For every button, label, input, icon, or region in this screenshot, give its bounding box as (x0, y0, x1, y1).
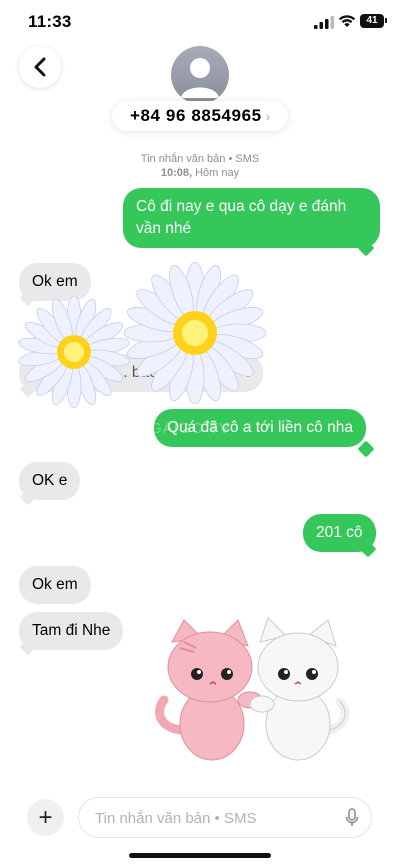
person-silhouette-icon (181, 58, 219, 98)
timestamp-time: 10:08, (160, 167, 193, 179)
daisy-flower-sticker[interactable] (14, 296, 134, 408)
battery-indicator: 41 (360, 14, 384, 28)
status-time: 11:33 (28, 12, 72, 31)
plus-icon: + (38, 803, 53, 831)
watermark-text: GAIGO TV (150, 420, 231, 437)
cellular-signal-icon (314, 16, 334, 29)
thread-timestamp: 10:08, Hôm nay (0, 167, 400, 179)
microphone-icon[interactable] (345, 808, 359, 828)
battery-cap (385, 18, 387, 23)
message-bubble-outgoing[interactable]: Cô đi nay e qua cô dạy e đánh vần nhé (123, 188, 380, 248)
chevron-left-icon (34, 57, 46, 77)
message-bubble-incoming[interactable]: Ok em (19, 566, 91, 604)
back-button[interactable] (19, 46, 61, 88)
contact-phone-number: +84 96 8854965 (129, 106, 262, 125)
bubble-tail (357, 440, 375, 458)
chevron-right-icon: › (265, 108, 271, 124)
thread-type-label: Tin nhắn văn bản • SMS (140, 153, 260, 165)
message-bubble-incoming[interactable]: OK e (19, 462, 81, 500)
message-bubble-incoming[interactable]: Tam đi Nhe (19, 612, 124, 650)
message-bubble-outgoing[interactable]: 201 cô (303, 514, 376, 552)
daisy-flower-sticker[interactable] (120, 262, 270, 404)
message-input[interactable] (93, 798, 327, 839)
cat-couple-sticker[interactable] (150, 612, 360, 762)
add-attachment-button[interactable]: + (27, 799, 64, 836)
contact-avatar[interactable] (171, 46, 229, 104)
home-indicator[interactable] (129, 853, 271, 858)
timestamp-day: Hôm nay (195, 167, 240, 179)
contact-name-button[interactable]: +84 96 8854965 › (112, 101, 288, 131)
message-input-container[interactable] (78, 797, 372, 839)
wifi-icon (338, 15, 356, 27)
